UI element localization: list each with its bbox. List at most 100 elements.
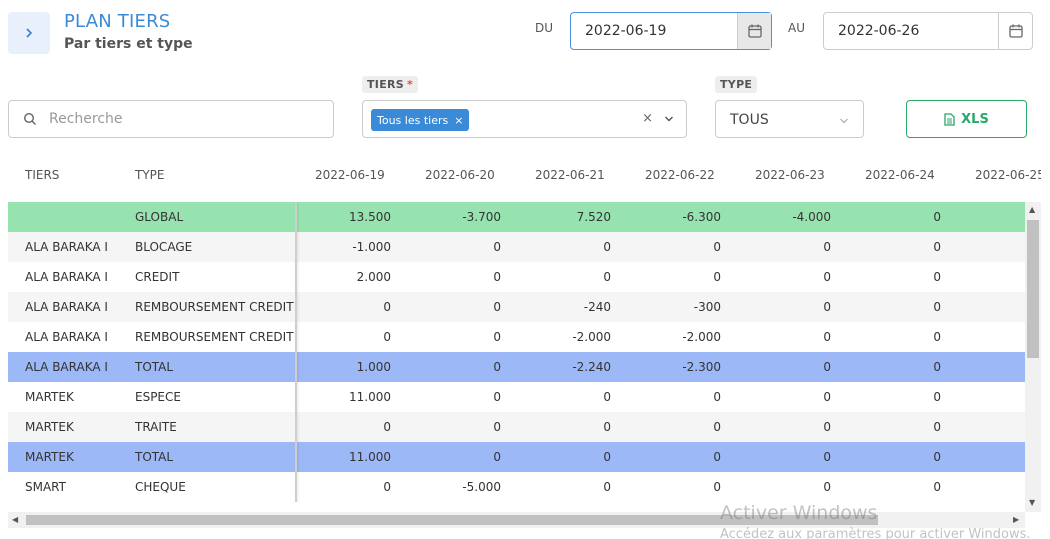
tag-remove-button[interactable]: × (454, 114, 463, 127)
cell-tiers: ALA BARAKA I (25, 270, 108, 284)
column-header-date[interactable]: 2022-06-23 (755, 168, 825, 182)
cell-value: 0 (933, 240, 941, 254)
cell-value: 0 (933, 270, 941, 284)
cell-value: -6.300 (682, 210, 721, 224)
date-from-field[interactable]: 2022-06-19 (570, 12, 772, 50)
required-mark: * (407, 78, 414, 91)
cell-type: BLOCAGE (135, 240, 193, 254)
table-row[interactable]: ALA BARAKA I TOTAL 1.000 0 -2.240 -2.300 0 0 (8, 352, 1025, 382)
cell-value: 0 (493, 270, 501, 284)
scroll-right-arrow-icon[interactable]: ▶ (1013, 515, 1019, 524)
cell-value: 0 (493, 390, 501, 404)
selected-tiers-tag: Tous les tiers × (371, 109, 470, 131)
cell-value: 0 (823, 360, 831, 374)
frozen-column-divider (295, 202, 297, 502)
table-row[interactable]: ALA BARAKA I REMBOURSEMENT CREDIT 0 0 -240 -3… (8, 292, 1025, 322)
selected-tiers-tag-label: Tous les tiers (377, 113, 449, 127)
scroll-down-arrow-icon[interactable]: ▼ (1029, 498, 1035, 507)
tiers-clear-button[interactable]: × (642, 111, 653, 126)
cell-value: 0 (823, 480, 831, 494)
cell-value: -240 (583, 300, 611, 314)
table-row[interactable]: ALA BARAKA I CREDIT 2.000 0 0 0 0 0 (8, 262, 1025, 292)
cell-value: 0 (603, 480, 611, 494)
chevron-down-icon (840, 118, 848, 124)
cell-value: 0 (493, 330, 501, 344)
export-xls-label: XLS (961, 111, 989, 127)
column-header-tiers[interactable]: TIERS (25, 168, 59, 182)
table-row[interactable]: ALA BARAKA I BLOCAGE -1.000 0 0 0 0 0 (8, 232, 1025, 262)
column-header-date[interactable]: 2022-06-25 (975, 168, 1041, 182)
column-header-date[interactable]: 2022-06-20 (425, 168, 495, 182)
scroll-up-arrow-icon[interactable]: ▲ (1029, 205, 1035, 214)
cell-type: ESPECE (135, 390, 181, 404)
tiers-select[interactable]: Tous les tiers × × (362, 100, 687, 138)
column-header-type[interactable]: TYPE (135, 168, 164, 182)
search-input[interactable] (49, 109, 319, 129)
cell-value: -2.240 (572, 360, 611, 374)
tiers-label-text: TIERS (367, 78, 405, 91)
date-to-label: AU (788, 21, 805, 35)
cell-value: 0 (823, 390, 831, 404)
cell-tiers: ALA BARAKA I (25, 360, 108, 374)
cell-type: GLOBAL (135, 210, 184, 224)
cell-value: 0 (933, 480, 941, 494)
date-to-field[interactable]: 2022-06-26 (823, 12, 1033, 50)
page-title: PLAN TIERS (64, 11, 171, 32)
cell-value: 0 (933, 210, 941, 224)
cell-type: CHEQUE (135, 480, 186, 494)
table-row[interactable]: MARTEK TRAITE 0 0 0 0 0 0 (8, 412, 1025, 442)
vertical-scroll-thumb[interactable] (1027, 220, 1039, 358)
cell-value: 0 (493, 450, 501, 464)
calendar-icon (747, 24, 762, 38)
vertical-scrollbar[interactable]: ▲ ▼ (1025, 202, 1041, 512)
tiers-label: TIERS * (362, 76, 419, 93)
cell-value: 7.520 (576, 210, 611, 224)
cell-value: 0 (823, 300, 831, 314)
cell-value: 0 (383, 300, 391, 314)
cell-value: 0 (713, 450, 721, 464)
sidebar-toggle-button[interactable] (8, 12, 50, 54)
cell-value: 0 (713, 390, 721, 404)
table-row[interactable]: MARTEK ESPECE 11.000 0 0 0 0 0 (8, 382, 1025, 412)
cell-type: REMBOURSEMENT CREDIT (135, 330, 294, 344)
chevron-right-icon (26, 28, 33, 38)
cell-type: CREDIT (135, 270, 180, 284)
cell-tiers: MARTEK (25, 450, 74, 464)
type-label: TYPE (715, 76, 758, 93)
search-box[interactable] (8, 100, 334, 138)
date-to-calendar-button[interactable] (998, 13, 1032, 49)
table-row[interactable]: SMART CHEQUE 0 -5.000 0 0 0 0 (8, 472, 1025, 502)
export-xls-button[interactable]: XLS (906, 100, 1027, 138)
cell-value: 0 (713, 240, 721, 254)
cell-value: 0 (823, 450, 831, 464)
cell-value: 11.000 (349, 450, 391, 464)
column-header-date[interactable]: 2022-06-22 (645, 168, 715, 182)
windows-activation-watermark: Activer Windows (720, 502, 878, 524)
cell-value: 13.500 (349, 210, 391, 224)
column-header-date[interactable]: 2022-06-21 (535, 168, 605, 182)
type-select[interactable]: TOUS (715, 100, 864, 138)
table-row[interactable]: GLOBAL 13.500 -3.700 7.520 -6.300 -4.000 0 (8, 202, 1025, 232)
windows-activation-watermark-sub: Accédez aux paramètres pour activer Wind… (720, 527, 1031, 539)
cell-tiers: ALA BARAKA I (25, 240, 108, 254)
scroll-left-arrow-icon[interactable]: ◀ (12, 515, 18, 524)
date-from-calendar-button[interactable] (737, 13, 771, 49)
date-to-value[interactable]: 2022-06-26 (838, 23, 919, 39)
cell-value: -2.300 (682, 360, 721, 374)
cell-value: 0 (603, 450, 611, 464)
grid-header: TIERS TYPE 2022-06-19 2022-06-20 2022-06… (8, 152, 1041, 198)
cell-value: 0 (823, 240, 831, 254)
cell-type: TOTAL (135, 360, 174, 374)
cell-value: -2.000 (572, 330, 611, 344)
date-from-value[interactable]: 2022-06-19 (585, 23, 666, 39)
table-row[interactable]: ALA BARAKA I REMBOURSEMENT CREDIT 0 0 -2.000… (8, 322, 1025, 352)
cell-value: -3.700 (462, 210, 501, 224)
page-subtitle: Par tiers et type (64, 36, 193, 52)
chevron-down-icon[interactable] (664, 114, 674, 124)
column-header-date[interactable]: 2022-06-24 (865, 168, 935, 182)
table-row[interactable]: MARTEK TOTAL 11.000 0 0 0 0 0 (8, 442, 1025, 472)
cell-type: TRAITE (135, 420, 177, 434)
cell-value: 0 (823, 330, 831, 344)
column-header-date[interactable]: 2022-06-19 (315, 168, 385, 182)
cell-value: -300 (693, 300, 721, 314)
